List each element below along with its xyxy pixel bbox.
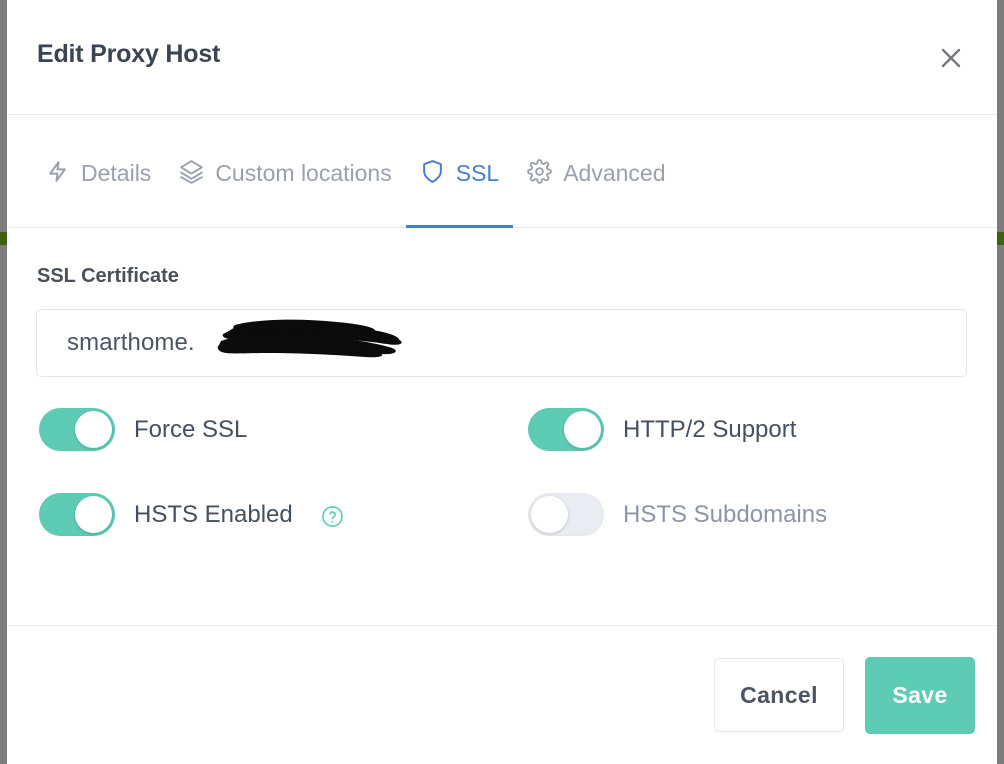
tab-custom-locations-label: Custom locations [215, 162, 391, 185]
http2-support-row: HTTP/2 Support [528, 408, 796, 451]
hsts-subdomains-label: HSTS Subdomains [623, 501, 827, 529]
toggle-knob [75, 411, 112, 448]
tab-details-label: Details [81, 162, 151, 185]
hsts-subdomains-row: HSTS Subdomains [528, 493, 827, 536]
edit-proxy-host-modal: Edit Proxy Host Details [7, 0, 997, 764]
hsts-subdomains-toggle[interactable] [528, 493, 604, 536]
save-button[interactable]: Save [865, 657, 975, 734]
help-circle-icon[interactable] [321, 505, 344, 528]
ssl-certificate-select[interactable]: smarthome. [36, 309, 967, 377]
tab-custom-locations[interactable]: Custom locations [165, 115, 405, 227]
modal-body: SSL Certificate smarthome. [7, 228, 997, 626]
page-title: Edit Proxy Host [37, 40, 220, 69]
left-edge-marker [0, 232, 7, 245]
ssl-section: SSL Certificate smarthome. [7, 228, 997, 625]
ssl-certificate-label: SSL Certificate [37, 265, 179, 288]
close-button[interactable] [933, 40, 969, 76]
http2-support-label: HTTP/2 Support [623, 416, 796, 444]
tab-advanced[interactable]: Advanced [513, 115, 679, 227]
redaction-scribble [213, 317, 403, 359]
force-ssl-label: Force SSL [134, 416, 247, 444]
ssl-certificate-value: smarthome. [67, 329, 195, 357]
toggle-knob [564, 411, 601, 448]
close-icon [938, 45, 964, 71]
gear-icon [527, 159, 552, 184]
tab-details[interactable]: Details [31, 115, 165, 227]
tab-ssl[interactable]: SSL [406, 115, 513, 227]
modal-header: Edit Proxy Host [7, 0, 997, 115]
hsts-enabled-toggle[interactable] [39, 493, 115, 536]
toggle-knob [531, 496, 568, 533]
tab-advanced-label: Advanced [563, 162, 665, 185]
layers-icon [179, 159, 204, 184]
modal-footer: Cancel Save [7, 626, 997, 764]
modal-tabs: Details Custom locations SSL [7, 115, 997, 228]
left-page-edge [0, 0, 7, 764]
right-edge-marker [997, 232, 1004, 245]
right-page-edge [997, 0, 1004, 764]
cancel-button[interactable]: Cancel [714, 658, 844, 732]
force-ssl-toggle[interactable] [39, 408, 115, 451]
bolt-icon [45, 159, 70, 184]
force-ssl-row: Force SSL [39, 408, 247, 451]
http2-support-toggle[interactable] [528, 408, 604, 451]
shield-icon [420, 159, 445, 184]
hsts-enabled-row: HSTS Enabled [39, 493, 344, 536]
toggle-knob [75, 496, 112, 533]
hsts-enabled-label: HSTS Enabled [134, 501, 293, 529]
tab-ssl-label: SSL [456, 162, 499, 185]
